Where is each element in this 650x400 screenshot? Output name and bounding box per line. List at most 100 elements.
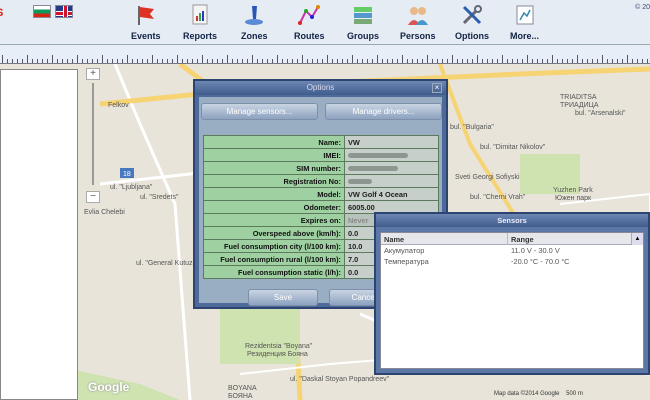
ruler-tick (247, 59, 248, 63)
column-header-range[interactable]: Range (508, 233, 632, 244)
model-field[interactable]: VW Golf 4 Ocean (344, 187, 439, 201)
ruler-tick (122, 59, 123, 63)
ruler-tick (567, 59, 568, 63)
sim-field[interactable] (344, 161, 439, 175)
manage-sensors-button[interactable]: Manage sensors... (201, 103, 318, 120)
ruler-tick (277, 55, 278, 63)
ruler-tick (637, 59, 638, 63)
column-header-name[interactable]: Name (381, 233, 508, 244)
ruler-tick (502, 55, 503, 63)
table-row[interactable]: Температура -20.0 °C - 70.0 °C (381, 256, 643, 267)
timeline-ruler[interactable] (0, 44, 650, 64)
menu-persons[interactable]: Persons (400, 3, 436, 41)
ruler-tick (472, 59, 473, 63)
ruler-tick (632, 59, 633, 63)
ruler-tick (232, 59, 233, 63)
menu-routes[interactable]: Routes (294, 3, 325, 41)
ruler-tick (362, 59, 363, 63)
ruler-tick (342, 59, 343, 63)
ruler-tick (297, 59, 298, 63)
uk-flag-icon[interactable] (55, 5, 73, 18)
ruler-tick (262, 59, 263, 63)
fuel-static-label: Fuel consumption static (l/h): (203, 265, 345, 279)
ruler-tick (317, 59, 318, 63)
ruler-tick (487, 59, 488, 63)
ruler-tick (207, 59, 208, 63)
ruler-tick (427, 55, 428, 63)
ruler-tick (292, 59, 293, 63)
bg-flag-icon[interactable] (33, 5, 51, 18)
ruler-tick (572, 59, 573, 63)
ruler-tick (272, 59, 273, 63)
menu-groups[interactable]: Groups (347, 3, 379, 41)
ruler-tick (627, 55, 628, 63)
save-button[interactable]: Save (248, 289, 318, 306)
map-label-cherni-vrah: bul. "Cherni Vrah" (470, 194, 526, 201)
ruler-tick (647, 59, 648, 63)
menu-events[interactable]: Events (131, 3, 161, 41)
menu-more-label: More... (510, 31, 540, 41)
ruler-tick (407, 59, 408, 63)
imei-field[interactable] (344, 148, 439, 162)
redacted-value (348, 153, 408, 159)
zoom-out-button[interactable]: − (86, 191, 100, 203)
ruler-tick (72, 59, 73, 63)
manage-drivers-button[interactable]: Manage drivers... (325, 103, 442, 120)
ruler-tick (147, 59, 148, 63)
ruler-tick (107, 59, 108, 63)
ruler-tick (537, 59, 538, 63)
ruler-tick (417, 59, 418, 63)
ruler-tick (397, 59, 398, 63)
ruler-tick (222, 59, 223, 63)
map-label-ljubljana: ul. "Ljubljana" (110, 184, 153, 191)
zoom-in-button[interactable]: + (86, 68, 100, 80)
ruler-tick (557, 59, 558, 63)
redacted-value (348, 179, 372, 185)
ruler-tick (197, 59, 198, 63)
ruler-tick (252, 55, 253, 63)
options-titlebar[interactable]: Options × (195, 81, 446, 95)
ruler-tick (332, 59, 333, 63)
map-label-road-18: 18 (123, 171, 131, 178)
left-side-panel[interactable] (0, 69, 78, 400)
menu-more[interactable]: More... (510, 3, 539, 41)
close-icon[interactable]: × (432, 83, 442, 93)
map-label-triaditsa: TRIADITSA (560, 94, 597, 101)
ruler-tick (622, 59, 623, 63)
name-field[interactable]: VW (344, 135, 439, 149)
ruler-tick (412, 59, 413, 63)
map-label-rezidentsia: Rezidentsia "Boyana" (245, 343, 313, 350)
ruler-tick (167, 59, 168, 63)
ruler-tick (242, 59, 243, 63)
ruler-tick (447, 59, 448, 63)
tools-icon (462, 5, 482, 25)
ruler-tick (27, 55, 28, 63)
ruler-tick (112, 59, 113, 63)
table-row[interactable]: Акумулатор 11.0 V - 30.0 V (381, 245, 643, 256)
ruler-tick (97, 59, 98, 63)
zoom-slider-track[interactable] (92, 83, 94, 185)
scroll-up-icon[interactable]: ▲ (631, 233, 643, 245)
fuel-rural-label: Fuel consumption rural (l/100 km): (203, 252, 345, 266)
menu-reports[interactable]: Reports (183, 3, 217, 41)
ruler-tick (602, 55, 603, 63)
menu-options-label: Options (455, 31, 489, 41)
ruler-tick (172, 59, 173, 63)
ruler-tick (62, 59, 63, 63)
sensors-table: Name Range ▲ Акумулатор 11.0 V - 30.0 V … (380, 232, 644, 369)
sensors-titlebar[interactable]: Sensors (376, 214, 648, 227)
ruler-tick (37, 59, 38, 63)
registration-field[interactable] (344, 174, 439, 188)
ruler-tick (227, 55, 228, 63)
menu-options[interactable]: Options (455, 3, 489, 41)
menu-zones[interactable]: Zones (241, 3, 268, 41)
ruler-tick (462, 59, 463, 63)
groups-icon (354, 7, 372, 24)
ruler-tick (452, 55, 453, 63)
ruler-tick (582, 59, 583, 63)
ruler-tick (402, 55, 403, 63)
ruler-tick (237, 59, 238, 63)
ruler-tick (357, 59, 358, 63)
ruler-tick (102, 55, 103, 63)
form-row-sim: SIM number: (203, 161, 439, 175)
